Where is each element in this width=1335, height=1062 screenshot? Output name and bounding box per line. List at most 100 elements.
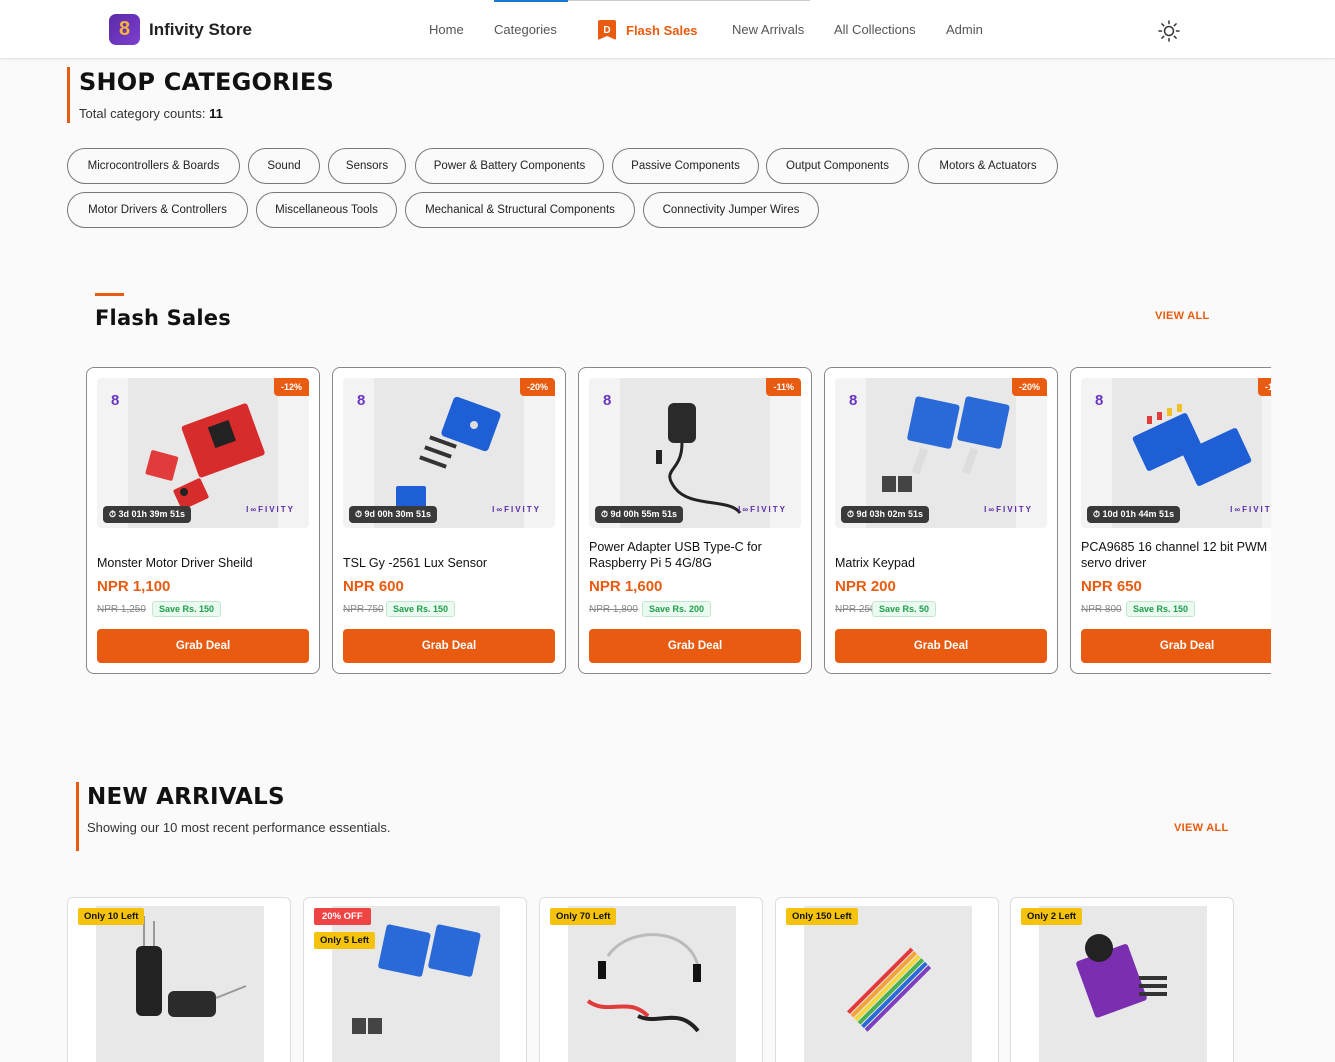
category-chip[interactable]: Connectivity Jumper Wires [643,192,819,228]
category-chip[interactable]: Output Components [766,148,909,184]
category-count: Total category counts: 11 [79,106,223,121]
flash-product-card[interactable]: 8 I∞FIVITY -20% ⏱ 9d 00h 30m 51s TSL Gy … [332,367,566,674]
grab-deal-button[interactable]: Grab Deal [835,629,1047,663]
ribbon-cable-image [846,947,932,1032]
brand-mark-icon: 8 [1095,392,1104,409]
microphone-module-image [1076,934,1167,1018]
product-image: 8 I∞FIVITY -20% ⏱ 9d 00h 30m 51s [343,378,555,528]
nav-admin[interactable]: Admin [946,22,983,37]
product-image [332,906,500,1062]
watermark: I∞FIVITY [1230,505,1271,514]
category-chip[interactable]: Motors & Actuators [918,148,1058,184]
grab-deal-button[interactable]: Grab Deal [343,629,555,663]
brand-mark-icon: 8 [111,392,120,409]
brand[interactable]: 8 Infivity Store [109,14,252,45]
nav-divider [568,0,810,1]
product-name[interactable]: PCA9685 16 channel 12 bit PWM servo driv… [1081,539,1271,571]
top-navbar: 8 Infivity Store Home Categories D Flash… [0,0,1335,59]
product-name[interactable]: Monster Motor Driver Sheild [97,555,311,571]
flash-product-card[interactable]: 8 I∞FIVITY -19% ⏱ 10d 01h 44m 51s PCA968… [1070,367,1271,674]
category-chip[interactable]: Passive Components [612,148,759,184]
original-price: NPR 1,800 [589,604,638,615]
category-chip[interactable]: Sensors [328,148,406,184]
category-count-value: 11 [209,106,223,121]
new-arrivals-view-all-link[interactable]: VIEW ALL [1174,822,1229,834]
category-chip[interactable]: Microcontrollers & Boards [67,148,240,184]
new-arrivals-subtitle: Showing our 10 most recent performance e… [87,820,391,835]
original-price: NPR 800 [1081,604,1122,615]
grab-deal-button[interactable]: Grab Deal [1081,629,1271,663]
original-price: NPR 750 [343,604,384,615]
product-image [568,906,736,1062]
brand-logo-icon: 8 [109,14,140,45]
watermark: I∞FIVITY [492,505,541,514]
flash-title-accent [95,293,124,296]
savings-badge: Save Rs. 150 [386,601,456,617]
category-chip[interactable]: Miscellaneous Tools [256,192,397,228]
countdown-timer: ⏱ 9d 03h 02m 51s [841,506,930,523]
product-price: NPR 1,600 [589,578,663,595]
brand-mark-icon: 8 [603,392,612,409]
product-name[interactable]: Matrix Keypad [835,555,1049,571]
section-accent-bar [67,67,70,123]
product-image [96,906,264,1062]
grab-deal-button[interactable]: Grab Deal [589,629,801,663]
countdown-timer: ⏱ 9d 00h 55m 51s [595,506,684,523]
discount-badge: -20% [519,378,555,396]
countdown-timer: ⏱ 9d 00h 30m 51s [349,506,438,523]
sale-badge: 20% OFF [314,908,371,925]
brand-mark-icon: 8 [849,392,858,409]
flash-sales-carousel: 8 I∞FIVITY -12% ⏱ 3d 01h 39m 51s Monster… [86,367,1271,675]
watermark: I∞FIVITY [246,505,295,514]
product-price: NPR 650 [1081,578,1142,595]
watermark: I∞FIVITY [738,505,787,514]
savings-badge: Save Rs. 50 [872,601,937,617]
flash-product-card[interactable]: 8 I∞FIVITY -11% ⏱ 9d 00h 55m 51s Power A… [578,367,812,674]
product-price: NPR 1,100 [97,578,171,595]
category-chip[interactable]: Mechanical & Structural Components [405,192,635,228]
matrix-keypad-image [352,924,481,1034]
new-arrival-card[interactable]: Only 70 Left [539,897,763,1062]
new-arrival-card[interactable]: Only 10 Left [67,897,291,1062]
jumper-wires-image [586,933,701,1033]
flash-product-card[interactable]: 8 I∞FIVITY -12% ⏱ 3d 01h 39m 51s Monster… [86,367,320,674]
product-image: 8 I∞FIVITY -12% ⏱ 3d 01h 39m 51s [97,378,309,528]
product-name[interactable]: Power Adapter USB Type-C for Raspberry P… [589,539,803,571]
grab-deal-button[interactable]: Grab Deal [97,629,309,663]
section-accent-bar [76,782,79,851]
product-price: NPR 200 [835,578,896,595]
nav-all-collections[interactable]: All Collections [834,22,916,37]
flash-sales-title: Flash Sales [95,306,231,330]
brand-name: Infivity Store [149,19,252,39]
savings-badge: Save Rs. 150 [1126,601,1196,617]
flash-product-card[interactable]: 8 I∞FIVITY -20% ⏱ 9d 03h 02m 51s Matrix … [824,367,1058,674]
stock-badge: Only 2 Left [1021,908,1083,925]
discount-badge: -11% [766,378,801,396]
nav-home[interactable]: Home [429,22,464,37]
capacitor-image [136,916,247,1017]
flash-view-all-link[interactable]: VIEW ALL [1155,310,1210,322]
flash-sale-icon: D [598,20,616,40]
shop-categories-title: SHOP CATEGORIES [79,68,334,96]
savings-badge: Save Rs. 150 [152,601,222,617]
stock-badge: Only 5 Left [314,932,376,949]
category-chip[interactable]: Sound [248,148,320,184]
countdown-timer: ⏱ 10d 01h 44m 51s [1087,506,1181,523]
nav-new-arrivals[interactable]: New Arrivals [732,22,804,37]
product-image: 8 I∞FIVITY -11% ⏱ 9d 00h 55m 51s [589,378,801,528]
new-arrival-card[interactable]: 20% OFF Only 5 Left [303,897,527,1062]
watermark: I∞FIVITY [984,505,1033,514]
sun-icon[interactable] [1158,20,1180,42]
countdown-timer: ⏱ 3d 01h 39m 51s [103,506,192,523]
stock-badge: Only 70 Left [550,908,617,925]
new-arrival-card[interactable]: Only 2 Left [1010,897,1234,1062]
product-name[interactable]: TSL Gy -2561 Lux Sensor [343,555,557,571]
new-arrival-card[interactable]: Only 150 Left [775,897,999,1062]
stock-badge: Only 150 Left [786,908,858,925]
category-chip[interactable]: Power & Battery Components [415,148,604,184]
product-price: NPR 600 [343,578,404,595]
category-chip[interactable]: Motor Drivers & Controllers [67,192,248,228]
discount-badge: -19% [1257,378,1271,396]
nav-categories[interactable]: Categories [494,22,557,37]
nav-flash-sales[interactable]: D Flash Sales [598,20,698,40]
